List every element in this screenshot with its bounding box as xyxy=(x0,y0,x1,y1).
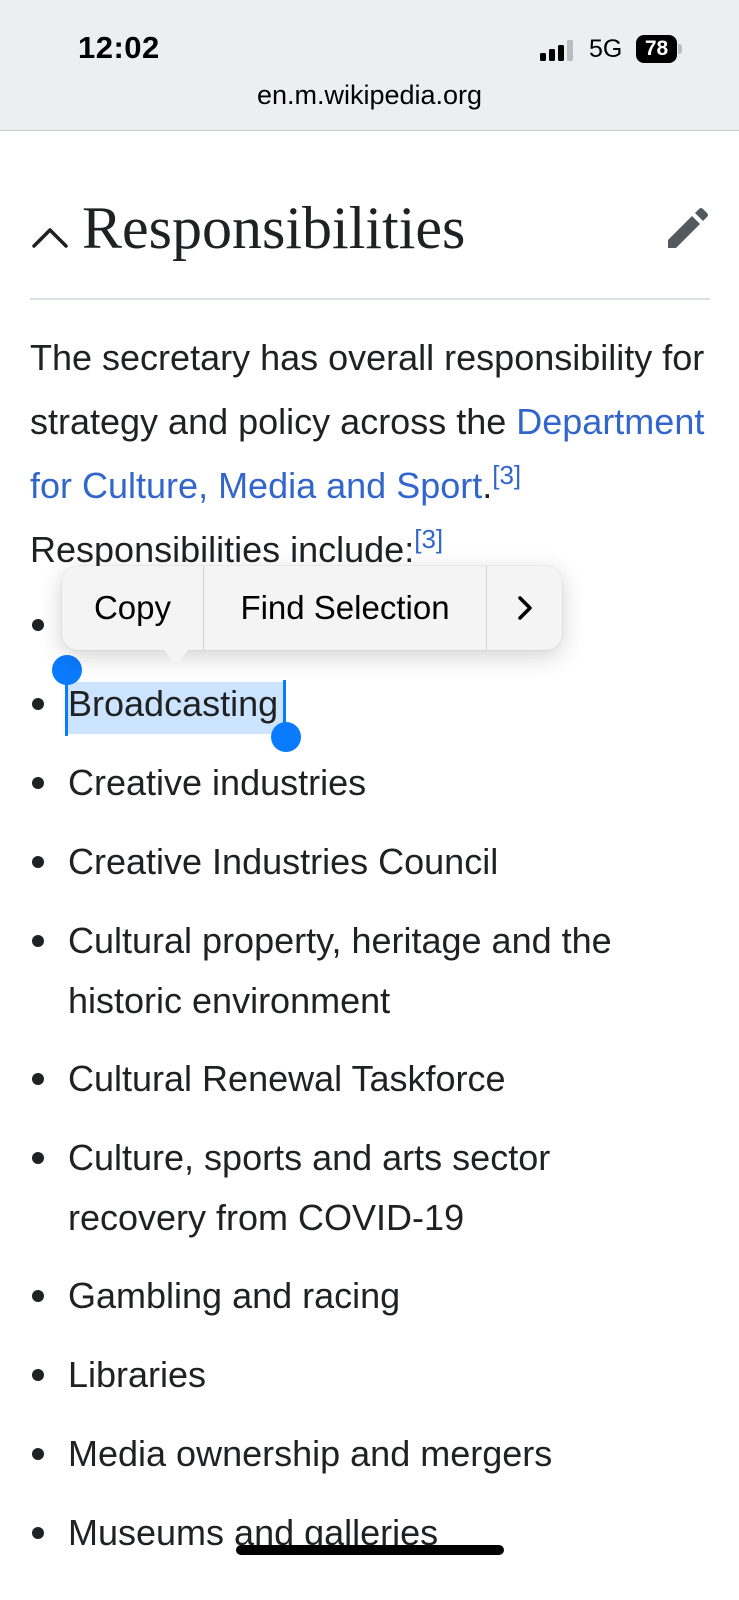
selection-context-menu: Copy Find Selection xyxy=(62,566,562,650)
copy-button[interactable]: Copy xyxy=(62,566,204,650)
section-paragraph: The secretary has overall responsibility… xyxy=(30,326,720,582)
bullet xyxy=(32,619,44,631)
list-item-text: Culture, sports and arts sector xyxy=(68,1137,551,1178)
signal-strength-icon xyxy=(540,39,576,61)
pencil-icon[interactable] xyxy=(664,206,710,252)
selection-start-handle[interactable] xyxy=(52,655,82,685)
bullet xyxy=(32,935,44,947)
bullet xyxy=(32,1290,44,1302)
battery-level: 78 xyxy=(636,35,677,63)
list-item-text: Creative Industries Council xyxy=(68,841,499,882)
find-selection-button[interactable]: Find Selection xyxy=(204,566,487,650)
chevron-up-icon[interactable] xyxy=(30,218,70,258)
bullet xyxy=(32,777,44,789)
browser-top-bar: 12:02 5G 78 en.m.wikipedia.org xyxy=(0,0,739,131)
section-header[interactable]: Responsibilities xyxy=(30,190,710,300)
reference-link[interactable]: [3] xyxy=(492,460,521,490)
selection-start-caret[interactable] xyxy=(65,680,68,736)
list-item-text: historic environment xyxy=(68,980,391,1021)
list-item-text[interactable]: Broadcasting xyxy=(68,674,718,734)
bullet xyxy=(32,698,44,710)
section-heading: Responsibilities xyxy=(82,195,466,261)
reference-link[interactable]: [3] xyxy=(414,524,443,554)
context-menu-pointer xyxy=(162,648,190,664)
status-time: 12:02 xyxy=(78,30,160,65)
more-options-button[interactable] xyxy=(487,566,562,650)
selection-end-handle[interactable] xyxy=(271,722,301,752)
list-item-text: Cultural Renewal Taskforce xyxy=(68,1058,506,1099)
list-item-text: Media ownership and mergers xyxy=(68,1433,553,1474)
paragraph-text: Responsibilities include: xyxy=(30,529,415,570)
bullet xyxy=(32,1152,44,1164)
list-item-text: recovery from COVID-19 xyxy=(68,1197,465,1238)
battery-icon: 78 xyxy=(636,35,682,63)
bullet xyxy=(32,1527,44,1539)
bullet xyxy=(32,1073,44,1085)
home-indicator[interactable] xyxy=(236,1545,504,1555)
paragraph-text: . xyxy=(482,465,493,506)
bullet xyxy=(32,1369,44,1381)
list-item-text: Cultural property, heritage and the xyxy=(68,920,612,961)
network-type: 5G xyxy=(589,35,623,63)
address-bar-url[interactable]: en.m.wikipedia.org xyxy=(0,80,739,111)
list-item-text: Gambling and racing xyxy=(68,1275,401,1316)
list-item-text: Libraries xyxy=(68,1354,207,1395)
bullet xyxy=(32,1448,44,1460)
chevron-right-icon xyxy=(517,596,532,620)
bullet xyxy=(32,856,44,868)
list-item-text: Creative industries xyxy=(68,762,367,803)
